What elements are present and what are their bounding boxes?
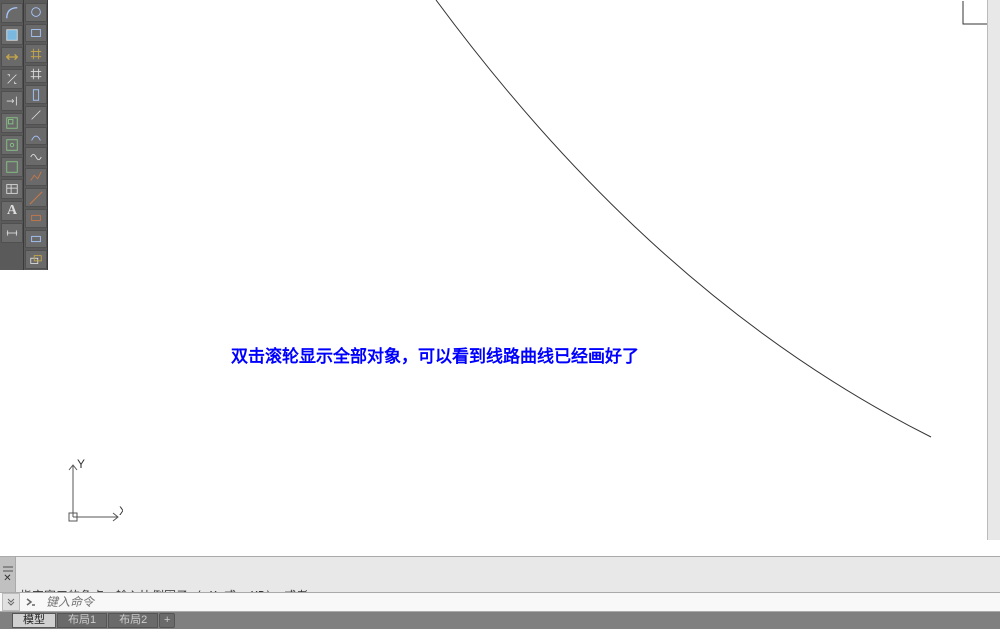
drawing-canvas[interactable]: 双击滚轮显示全部对象，可以看到线路曲线已经画好了 X Y (48, 0, 1000, 540)
vertical-scrollbar[interactable] (987, 0, 1000, 540)
scale-icon[interactable] (1, 69, 23, 89)
stretch-icon[interactable] (1, 47, 23, 67)
command-input[interactable] (40, 593, 1000, 611)
command-prompt-icon (22, 593, 40, 611)
left-toolbar: A (0, 0, 48, 270)
command-history: ✕ 指定窗口的角点，输入比例因子 (nX 或 nXP)，或者 [全部(A)/中心… (0, 556, 1000, 592)
arc-icon[interactable] (1, 3, 23, 23)
layout-tabs: 模型 布局1 布局2 + (0, 612, 1000, 629)
tab-layout1[interactable]: 布局1 (57, 613, 107, 628)
hatch-icon[interactable] (1, 25, 23, 45)
close-icon: ✕ (3, 573, 11, 585)
command-history-text: 指定窗口的角点，输入比例因子 (nX 或 nXP)，或者 [全部(A)/中心(C… (16, 557, 1000, 592)
svg-text:Y: Y (77, 457, 85, 471)
annotation-text: 双击滚轮显示全部对象，可以看到线路曲线已经画好了 (231, 342, 639, 367)
svg-text:X: X (119, 504, 123, 518)
spline-icon[interactable] (25, 147, 47, 166)
rect-icon[interactable] (25, 24, 47, 43)
toolbar-col-1: A (0, 0, 24, 270)
command-line (0, 592, 1000, 612)
fillet-icon[interactable] (25, 230, 47, 249)
grid2-icon[interactable] (25, 65, 47, 84)
circle-icon[interactable] (25, 3, 47, 22)
pline-icon[interactable] (25, 168, 47, 187)
toolbar-col-2 (24, 0, 48, 270)
dimension-icon[interactable] (1, 223, 23, 243)
copy-icon[interactable] (25, 250, 47, 269)
zoom-realtime-icon[interactable] (1, 135, 23, 155)
xline-icon[interactable] (25, 188, 47, 207)
grid-icon[interactable] (25, 44, 47, 63)
offset-icon[interactable] (25, 209, 47, 228)
table-icon[interactable] (1, 179, 23, 199)
zoom-window-icon[interactable] (1, 113, 23, 133)
drawing-content (48, 0, 1000, 540)
line-icon[interactable] (25, 106, 47, 125)
command-recent-icon[interactable] (2, 593, 20, 611)
tab-model[interactable]: 模型 (12, 613, 56, 628)
text-icon[interactable]: A (1, 201, 23, 221)
tab-add[interactable]: + (159, 613, 175, 628)
extend-icon[interactable] (1, 91, 23, 111)
regen-icon[interactable] (1, 157, 23, 177)
command-panel-handle[interactable]: ✕ (0, 557, 16, 593)
move-icon[interactable] (25, 85, 47, 104)
tab-layout2[interactable]: 布局2 (108, 613, 158, 628)
arc2-icon[interactable] (25, 127, 47, 146)
ucs-icon: X Y (63, 457, 123, 530)
